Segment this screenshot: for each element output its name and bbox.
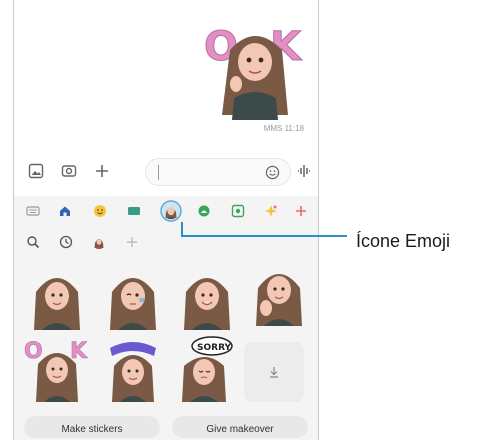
emoji-face-icon[interactable]: [265, 165, 280, 180]
message-input[interactable]: [145, 158, 291, 186]
chat-area: O K MMS 11:18: [14, 0, 318, 145]
avatar-sticker-ok[interactable]: O K: [22, 334, 92, 404]
avatar-sticker-4[interactable]: [244, 260, 314, 330]
sticker-icon[interactable]: [231, 204, 245, 218]
text-caret: [158, 165, 159, 180]
gif-icon[interactable]: [127, 204, 141, 218]
add-icon[interactable]: [294, 204, 308, 218]
give-makeover-button[interactable]: Give makeover: [172, 416, 308, 438]
message-timestamp: MMS 11:18: [263, 124, 304, 133]
camera-icon[interactable]: [61, 163, 77, 179]
gallery-icon[interactable]: [28, 163, 44, 179]
avatar-sticker-3[interactable]: [172, 264, 242, 334]
add-icon[interactable]: [94, 163, 110, 179]
make-stickers-button[interactable]: Make stickers: [24, 416, 160, 438]
search-icon[interactable]: [26, 235, 40, 249]
sticker-tab-bar: [14, 196, 318, 228]
sent-avatar-sticker[interactable]: O K: [200, 20, 310, 120]
avatar-sticker-sorry[interactable]: SORRY: [172, 334, 242, 404]
message-input-bar: [14, 153, 318, 189]
avatar-camera-icon[interactable]: [197, 204, 211, 218]
avatar-icon[interactable]: [92, 235, 106, 249]
callout-leader-horizontal: [181, 235, 347, 237]
avatar-sticker-thanks[interactable]: [98, 334, 168, 404]
sticker-grid: O K SORRY: [14, 258, 318, 404]
sparkle-icon[interactable]: [264, 204, 278, 218]
avatar-sticker-2[interactable]: [98, 264, 168, 334]
add-avatar-icon[interactable]: [125, 235, 139, 249]
keyboard-icon[interactable]: [26, 204, 40, 218]
svg-text:O: O: [24, 339, 43, 364]
voice-icon[interactable]: [296, 163, 312, 179]
download-icon: [270, 367, 278, 378]
phone-screen: O K MMS 11:18 O K SORRY Make stickers Gi…: [13, 0, 319, 440]
avatar-sticker-1[interactable]: [22, 264, 92, 334]
add-sticker-button[interactable]: [244, 342, 304, 402]
callout-leader-vertical: [181, 222, 183, 236]
svg-text:K: K: [70, 339, 88, 364]
recent-icon[interactable]: [59, 235, 73, 249]
bottom-actions: Make stickers Give makeover: [14, 404, 318, 440]
svg-text:SORRY: SORRY: [197, 343, 232, 353]
home-icon[interactable]: [58, 204, 72, 218]
avatar-sub-tabs: [14, 228, 318, 258]
emoji-icon-callout-label: Ícone Emoji: [356, 231, 451, 251]
emoji-icon[interactable]: [93, 204, 107, 218]
emoji-avatar-icon[interactable]: [160, 200, 182, 222]
